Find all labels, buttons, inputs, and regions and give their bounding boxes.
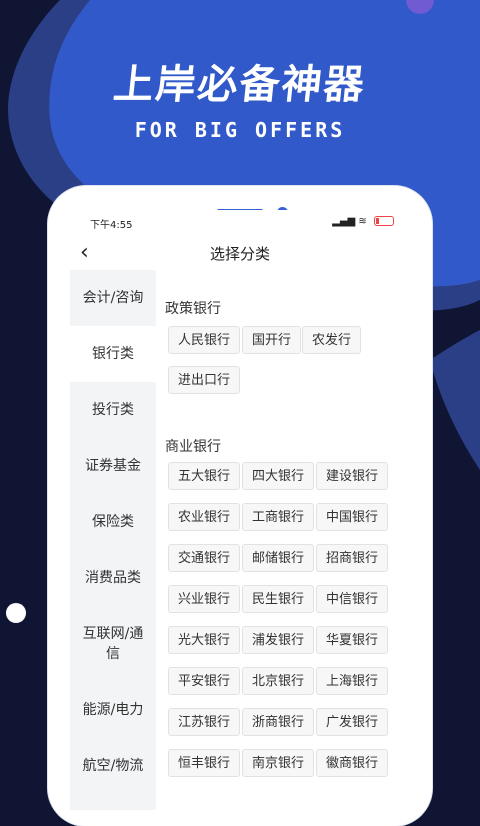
app-screen: 下午4:55 ▂▄▆ ≋ ‹ 选择分类 会计/咨询 银行类 投行类 证券基金 保… <box>70 210 410 810</box>
tag-button[interactable]: 农发行 <box>302 326 362 354</box>
page-title: 选择分类 <box>209 245 270 263</box>
sidebar-item-consumer-goods[interactable]: 消费品类 <box>70 550 156 606</box>
tag-button[interactable]: 广发银行 <box>316 708 389 736</box>
section-title-policy-banks: 政策银行 <box>165 301 221 317</box>
sidebar-item-securities[interactable]: 证券基金 <box>70 438 156 494</box>
tag-button[interactable]: 徽商银行 <box>316 749 389 777</box>
tag-button[interactable]: 浙商银行 <box>242 708 315 736</box>
tag-button[interactable]: 兴业银行 <box>168 585 241 613</box>
section-title-commercial-banks: 商业银行 <box>165 439 221 455</box>
tag-button[interactable]: 中国银行 <box>316 503 389 531</box>
sidebar-item-aviation[interactable]: 航空/物流 <box>70 738 156 794</box>
phone-mockup: 下午4:55 ▂▄▆ ≋ ‹ 选择分类 会计/咨询 银行类 投行类 证券基金 保… <box>48 186 432 826</box>
tag-button[interactable]: 南京银行 <box>242 749 315 777</box>
category-content: 政策银行 人民银行 国开行 农发行 进出口行 商业银行 五大银行 四大银行 建设… <box>156 270 410 810</box>
tag-button[interactable]: 北京银行 <box>242 667 315 695</box>
sidebar-item-banking[interactable]: 银行类 <box>70 326 156 382</box>
status-time: 下午4:55 <box>90 220 133 231</box>
battery-icon <box>374 216 394 226</box>
status-icons: ▂▄▆ ≋ <box>332 216 394 227</box>
tag-button[interactable]: 邮储银行 <box>242 544 315 572</box>
status-bar: 下午4:55 ▂▄▆ ≋ <box>70 210 410 234</box>
tag-button[interactable]: 工商银行 <box>242 503 315 531</box>
decorative-dot <box>6 603 26 623</box>
tag-button[interactable]: 招商银行 <box>316 544 389 572</box>
hero-subtitle: FOR BIG OFFERS <box>134 118 346 142</box>
tag-button[interactable]: 民生银行 <box>242 585 315 613</box>
sidebar-item-investment-banking[interactable]: 投行类 <box>70 382 156 438</box>
tag-button[interactable]: 江苏银行 <box>168 708 241 736</box>
sidebar-item-accounting[interactable]: 会计/咨询 <box>70 270 156 326</box>
hero-title: 上岸必备神器 <box>111 62 368 108</box>
tag-button[interactable]: 恒丰银行 <box>168 749 241 777</box>
tag-button[interactable]: 浦发银行 <box>242 626 315 654</box>
tag-button[interactable]: 华夏银行 <box>316 626 389 654</box>
tag-button[interactable]: 五大银行 <box>168 462 241 490</box>
signal-icon: ▂▄▆ <box>332 216 356 227</box>
sidebar-item-energy[interactable]: 能源/电力 <box>70 682 156 738</box>
tag-button[interactable]: 进出口行 <box>168 366 241 394</box>
tag-button[interactable]: 上海银行 <box>316 667 389 695</box>
tag-button[interactable]: 国开行 <box>242 326 302 354</box>
tag-button[interactable]: 平安银行 <box>168 667 241 695</box>
nav-bar: ‹ 选择分类 <box>70 234 410 274</box>
tag-button[interactable]: 建设银行 <box>316 462 389 490</box>
tag-button[interactable]: 人民银行 <box>168 326 241 354</box>
category-sidebar: 会计/咨询 银行类 投行类 证券基金 保险类 消费品类 互联网/通信 能源/电力… <box>70 270 156 810</box>
sidebar-item-insurance[interactable]: 保险类 <box>70 494 156 550</box>
tag-button[interactable]: 四大银行 <box>242 462 315 490</box>
tag-button[interactable]: 农业银行 <box>168 503 241 531</box>
wifi-icon: ≋ <box>358 216 367 227</box>
sidebar-item-internet[interactable]: 互联网/通信 <box>70 606 156 682</box>
tag-button[interactable]: 中信银行 <box>316 585 389 613</box>
tag-button[interactable]: 交通银行 <box>168 544 241 572</box>
tag-button[interactable]: 光大银行 <box>168 626 241 654</box>
